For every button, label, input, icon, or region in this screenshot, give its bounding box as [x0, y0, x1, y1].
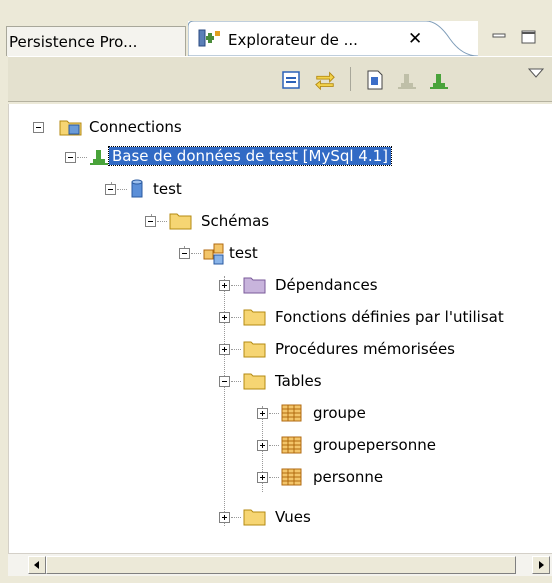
tree-connector	[191, 253, 201, 254]
tree-node-label: test	[153, 180, 182, 198]
tree-node-table[interactable]: personne	[9, 464, 552, 492]
tree-node-label: Base de données de test [MySql 4.1]	[107, 146, 393, 166]
tree-connector	[231, 349, 241, 350]
tree-node-label: Tables	[275, 372, 322, 390]
arrow-right-icon	[539, 561, 544, 569]
sql-explorer-view: Persistence Pro... Explorateur de ... ✕	[0, 0, 552, 583]
tree-connector	[269, 413, 279, 414]
folder-icon	[243, 373, 266, 390]
tree-connector	[157, 221, 167, 222]
folder-icon	[243, 277, 266, 294]
collapse-toggle[interactable]	[65, 152, 76, 163]
expand-toggle[interactable]	[219, 312, 230, 323]
tree-connector	[231, 381, 241, 382]
link-with-editor-icon[interactable]	[314, 69, 336, 91]
tree-node-functions[interactable]: Fonctions définies par l'utilisat	[9, 304, 552, 332]
tree-node-label: Dépendances	[275, 276, 378, 294]
tree-node-label: personne	[313, 468, 384, 486]
tree-node-connections[interactable]: Connections	[9, 114, 309, 142]
tree-node-label: Connections	[89, 118, 182, 136]
tree-connector	[231, 317, 241, 318]
tree-connector	[231, 285, 241, 286]
collapse-toggle[interactable]	[219, 376, 230, 387]
tree-connector	[269, 477, 279, 478]
database-tree: Connections Base de données de test [MyS…	[8, 104, 552, 553]
table-icon	[281, 468, 302, 486]
tree-node-schemas[interactable]: Schémas	[9, 208, 309, 236]
view-menu-icon[interactable]	[528, 67, 544, 79]
tree-node-label: Schémas	[201, 212, 270, 230]
expand-toggle[interactable]	[219, 512, 230, 523]
toolbar-separator	[350, 67, 351, 91]
collapse-toggle[interactable]	[145, 216, 156, 227]
collapse-toggle[interactable]	[179, 248, 190, 259]
connect-icon[interactable]	[428, 69, 450, 91]
scrollbar-thumb[interactable]	[46, 556, 516, 574]
minimize-icon[interactable]	[490, 30, 508, 44]
view-toolbar	[8, 56, 552, 102]
connected-database-icon	[90, 150, 108, 165]
tab-label: Explorateur de ...	[228, 31, 358, 49]
collapse-toggle[interactable]	[105, 184, 116, 195]
tree-node-label: groupepersonne	[313, 436, 436, 454]
tab-label: Persistence Pro...	[9, 33, 138, 51]
tree-connector	[117, 189, 127, 190]
tab-persistence-properties[interactable]: Persistence Pro...	[6, 26, 186, 56]
tree-node-tables[interactable]: Tables	[9, 368, 552, 396]
disconnect-icon[interactable]	[396, 69, 418, 91]
expand-toggle[interactable]	[257, 472, 268, 483]
tree-connector	[77, 157, 87, 158]
tree-connector	[269, 445, 279, 446]
tree-node-label: groupe	[313, 404, 366, 422]
folder-icon	[243, 341, 266, 358]
collapse-all-icon[interactable]	[280, 69, 302, 91]
tree-node-views[interactable]: Vues	[9, 504, 552, 532]
folder-icon	[169, 213, 192, 230]
expand-toggle[interactable]	[257, 440, 268, 451]
new-sql-page-icon[interactable]	[364, 69, 386, 91]
tree-node-label: Vues	[275, 508, 311, 526]
tree-node-label: Fonctions définies par l'utilisat	[275, 308, 504, 326]
collapse-toggle[interactable]	[33, 122, 44, 133]
connections-folder-icon	[59, 120, 82, 136]
tree-node-procedures[interactable]: Procédures mémorisées	[9, 336, 552, 364]
tree-node-connection[interactable]: Base de données de test [MySql 4.1]	[9, 144, 509, 172]
table-icon	[281, 436, 302, 454]
schema-icon	[203, 243, 224, 265]
arrow-left-icon	[34, 561, 39, 569]
expand-toggle[interactable]	[219, 344, 230, 355]
tree-node-label: test	[229, 244, 258, 262]
expand-toggle[interactable]	[257, 408, 268, 419]
tree-node-table[interactable]: groupe	[9, 400, 552, 428]
close-icon[interactable]: ✕	[408, 29, 422, 49]
tab-database-explorer[interactable]: Explorateur de ... ✕	[188, 21, 478, 56]
table-icon	[281, 404, 302, 422]
expand-toggle[interactable]	[219, 280, 230, 291]
scroll-left-button[interactable]	[28, 556, 46, 574]
maximize-icon[interactable]	[520, 30, 538, 44]
database-explorer-icon	[198, 29, 222, 53]
tree-connector	[231, 517, 241, 518]
tree-node-dependances[interactable]: Dépendances	[9, 272, 552, 300]
tree-node-database[interactable]: test	[9, 176, 309, 204]
folder-icon	[243, 309, 266, 326]
scroll-right-button[interactable]	[532, 556, 550, 574]
tree-node-table[interactable]: groupepersonne	[9, 432, 552, 460]
tree-node-schema[interactable]: test	[9, 240, 309, 268]
tree-node-label: Procédures mémorisées	[275, 340, 455, 358]
folder-icon	[243, 509, 266, 526]
horizontal-scrollbar[interactable]	[8, 553, 552, 576]
database-cylinder-icon	[131, 179, 143, 198]
